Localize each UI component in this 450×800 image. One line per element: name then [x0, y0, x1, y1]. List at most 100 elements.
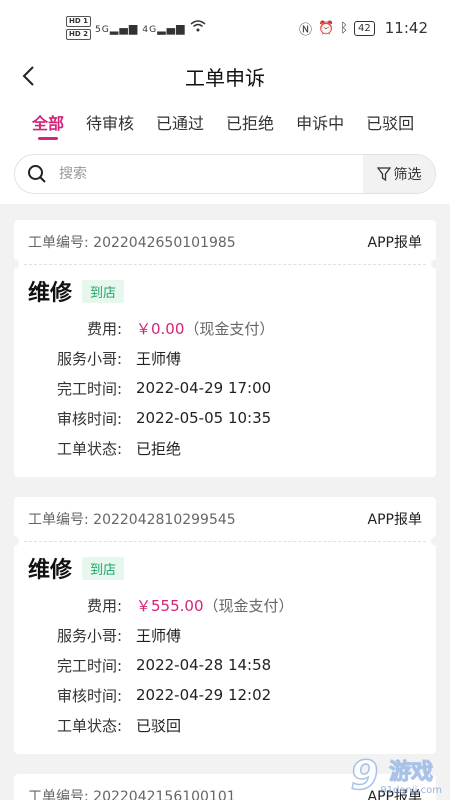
hd1-badge: HD 1	[66, 16, 91, 27]
order-type: 维修	[28, 558, 73, 583]
dashed-divider	[9, 536, 441, 546]
status-row: 工单状态: 已拒绝	[28, 433, 422, 463]
watermark-url: 91danji.com	[380, 785, 442, 796]
status-tabs: 全部 待审核 已通过 已拒绝 申诉中 已驳回	[0, 96, 450, 148]
finish-time-row: 完工时间: 2022-04-28 14:58	[28, 650, 422, 680]
order-number-value: 2022042810299545	[93, 512, 236, 528]
fee-label: 费用:	[86, 596, 122, 615]
tab-appealing[interactable]: 申诉中	[296, 96, 344, 148]
service-tag: 到店	[82, 556, 125, 580]
status-left: HD 1 HD 2 5G▂▄▆ 4G▂▄▆	[66, 16, 206, 40]
search-input[interactable]	[59, 166, 363, 182]
back-button[interactable]	[14, 62, 42, 90]
hd-tags: HD 1 HD 2	[66, 16, 91, 40]
search-icon	[15, 164, 59, 184]
finish-time-label: 完工时间:	[56, 656, 122, 675]
order-list: 工单编号: 2022042650101985 APP报单 维修 到店 费用: ￥…	[0, 204, 450, 800]
watermark-logo: 9	[350, 753, 379, 799]
review-time-value: 2022-05-05 10:35	[136, 409, 272, 427]
finish-time-label: 完工时间:	[56, 379, 122, 398]
order-header: 工单编号: 2022042810299545 APP报单	[14, 497, 436, 541]
worker-value: 王师傅	[136, 349, 182, 368]
search-area: 筛选	[0, 148, 450, 204]
tab-pending[interactable]: 待审核	[86, 96, 134, 148]
order-source: APP报单	[367, 512, 422, 528]
order-type-row: 维修 到店	[28, 273, 422, 309]
filter-icon	[376, 167, 391, 181]
header: 工单申诉	[0, 56, 450, 96]
review-time-row: 审核时间: 2022-05-05 10:35	[28, 403, 422, 433]
finish-time-value: 2022-04-28 14:58	[136, 656, 272, 674]
status-value: 已驳回	[136, 716, 182, 735]
tab-all[interactable]: 全部	[32, 96, 64, 148]
order-type: 维修	[28, 281, 73, 306]
status-label: 工单状态:	[56, 716, 122, 735]
order-card[interactable]: 工单编号: 2022042810299545 APP报单 维修 到店 费用: ￥…	[9, 497, 441, 754]
tab-approved[interactable]: 已通过	[156, 96, 204, 148]
order-details: 费用: ￥555.00（现金支付） 服务小哥: 王师傅 完工时间: 2022-0…	[28, 590, 422, 740]
order-number-label: 工单编号:	[28, 789, 89, 800]
review-time-row: 审核时间: 2022-04-29 12:02	[28, 680, 422, 710]
fee-value: ￥555.00（现金支付）	[136, 595, 294, 616]
payment-method: （现金支付）	[203, 596, 294, 615]
signal-2-icon: 4G▂▄▆	[142, 21, 186, 35]
clock: 11:42	[384, 19, 428, 37]
watermark-text: 游戏 91danji.com	[380, 759, 442, 796]
order-number-value: 2022042650101985	[93, 235, 236, 251]
nfc-icon: Ⓝ	[299, 22, 313, 38]
worker-label: 服务小哥:	[56, 349, 122, 368]
chevron-left-icon	[22, 66, 34, 86]
payment-method: （现金支付）	[184, 319, 275, 338]
order-body: 维修 到店 费用: ￥0.00（现金支付） 服务小哥: 王师傅 完工时间: 20…	[14, 265, 436, 477]
finish-time-value: 2022-04-29 17:00	[136, 379, 272, 397]
wifi-icon	[190, 20, 206, 36]
filter-label: 筛选	[393, 167, 422, 183]
finish-time-row: 完工时间: 2022-04-29 17:00	[28, 373, 422, 403]
fee-value: ￥0.00（现金支付）	[136, 318, 274, 339]
worker-value: 王师傅	[136, 626, 182, 645]
service-tag: 到店	[82, 279, 125, 303]
review-time-label: 审核时间:	[56, 686, 122, 705]
order-number: 工单编号: 2022042650101985	[28, 232, 236, 252]
fee-row: 费用: ￥555.00（现金支付）	[28, 590, 422, 620]
review-time-label: 审核时间:	[56, 409, 122, 428]
status-row: 工单状态: 已驳回	[28, 710, 422, 740]
filter-button[interactable]: 筛选	[363, 155, 435, 193]
status-value: 已拒绝	[136, 439, 182, 458]
status-right: Ⓝ ⏰ ᛒ 42 11:42	[299, 19, 428, 38]
bluetooth-icon: ᛒ	[340, 20, 349, 36]
page-title: 工单申诉	[185, 65, 265, 90]
order-source: APP报单	[367, 235, 422, 251]
tab-rejected[interactable]: 已拒绝	[226, 96, 274, 148]
fee-label: 费用:	[86, 319, 122, 338]
net1-label: 5G	[94, 23, 110, 35]
signal-1-icon: 5G▂▄▆	[94, 21, 139, 35]
order-body: 维修 到店 费用: ￥555.00（现金支付） 服务小哥: 王师傅 完工时间: …	[14, 542, 436, 754]
fee-amount: ￥0.00	[136, 319, 185, 338]
status-bar: HD 1 HD 2 5G▂▄▆ 4G▂▄▆ Ⓝ ⏰ ᛒ 42 11:42	[0, 0, 450, 56]
battery-icon: 42	[354, 20, 375, 36]
order-type-row: 维修 到店	[28, 550, 422, 586]
worker-row: 服务小哥: 王师傅	[28, 620, 422, 650]
order-number: 工单编号: 2022042810299545	[28, 509, 236, 529]
review-time-value: 2022-04-29 12:02	[136, 686, 272, 704]
net2-label: 4G	[142, 23, 158, 35]
alarm-icon: ⏰	[318, 20, 335, 36]
dashed-divider	[9, 259, 441, 269]
worker-row: 服务小哥: 王师傅	[28, 343, 422, 373]
fee-row: 费用: ￥0.00（现金支付）	[28, 313, 422, 343]
fee-amount: ￥555.00	[136, 596, 204, 615]
search-bar: 筛选	[14, 154, 436, 194]
order-header: 工单编号: 2022042650101985 APP报单	[14, 220, 436, 264]
worker-label: 服务小哥:	[56, 626, 122, 645]
order-number: 工单编号: 2022042156100101	[28, 786, 236, 800]
hd2-badge: HD 2	[66, 29, 91, 40]
order-number-label: 工单编号:	[28, 235, 89, 251]
watermark-title: 游戏	[389, 759, 434, 785]
site-watermark: 9 游戏 91danji.com	[350, 753, 442, 799]
status-label: 工单状态:	[56, 439, 122, 458]
order-details: 费用: ￥0.00（现金支付） 服务小哥: 王师傅 完工时间: 2022-04-…	[28, 313, 422, 463]
order-number-value: 2022042156100101	[93, 789, 236, 800]
tab-returned[interactable]: 已驳回	[366, 96, 414, 148]
order-card[interactable]: 工单编号: 2022042650101985 APP报单 维修 到店 费用: ￥…	[9, 220, 441, 477]
